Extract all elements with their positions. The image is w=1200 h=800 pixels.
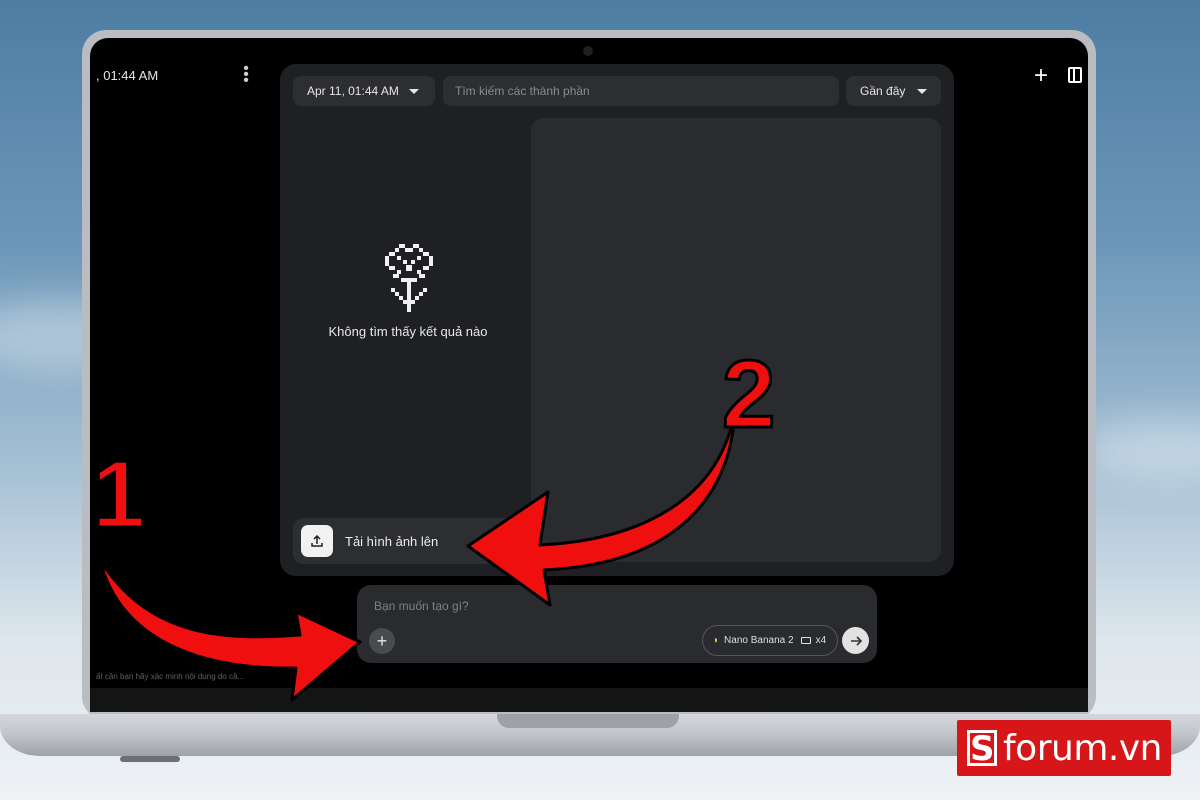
arrow-2 xyxy=(466,408,737,607)
step-2-label: 2 xyxy=(720,340,776,450)
step-1-label: 1 xyxy=(90,440,146,550)
arrow-1 xyxy=(98,558,362,702)
annotation-arrows xyxy=(98,408,737,702)
